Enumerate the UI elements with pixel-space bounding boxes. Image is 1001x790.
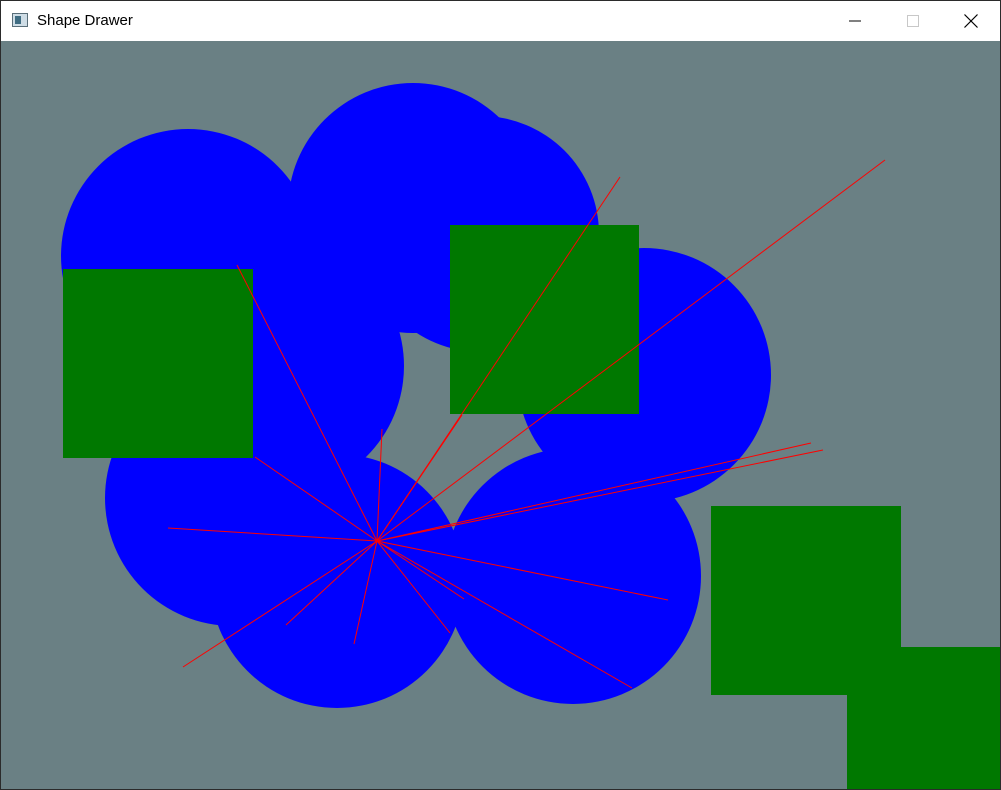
window-title: Shape Drawer	[37, 12, 133, 29]
blue-circle	[445, 448, 701, 704]
minimize-icon	[849, 20, 861, 22]
drawing-canvas[interactable]	[1, 41, 1000, 789]
green-square	[63, 269, 253, 458]
app-window: Shape Drawer	[0, 0, 1001, 790]
app-icon	[12, 13, 28, 27]
title-bar[interactable]: Shape Drawer	[1, 1, 1000, 41]
green-square	[847, 647, 1000, 789]
blue-circle	[210, 454, 464, 708]
maximize-button[interactable]	[884, 1, 942, 41]
close-icon	[964, 14, 978, 28]
green-square	[450, 225, 639, 414]
minimize-button[interactable]	[826, 1, 884, 41]
close-button[interactable]	[942, 1, 1000, 41]
maximize-icon	[907, 15, 919, 27]
